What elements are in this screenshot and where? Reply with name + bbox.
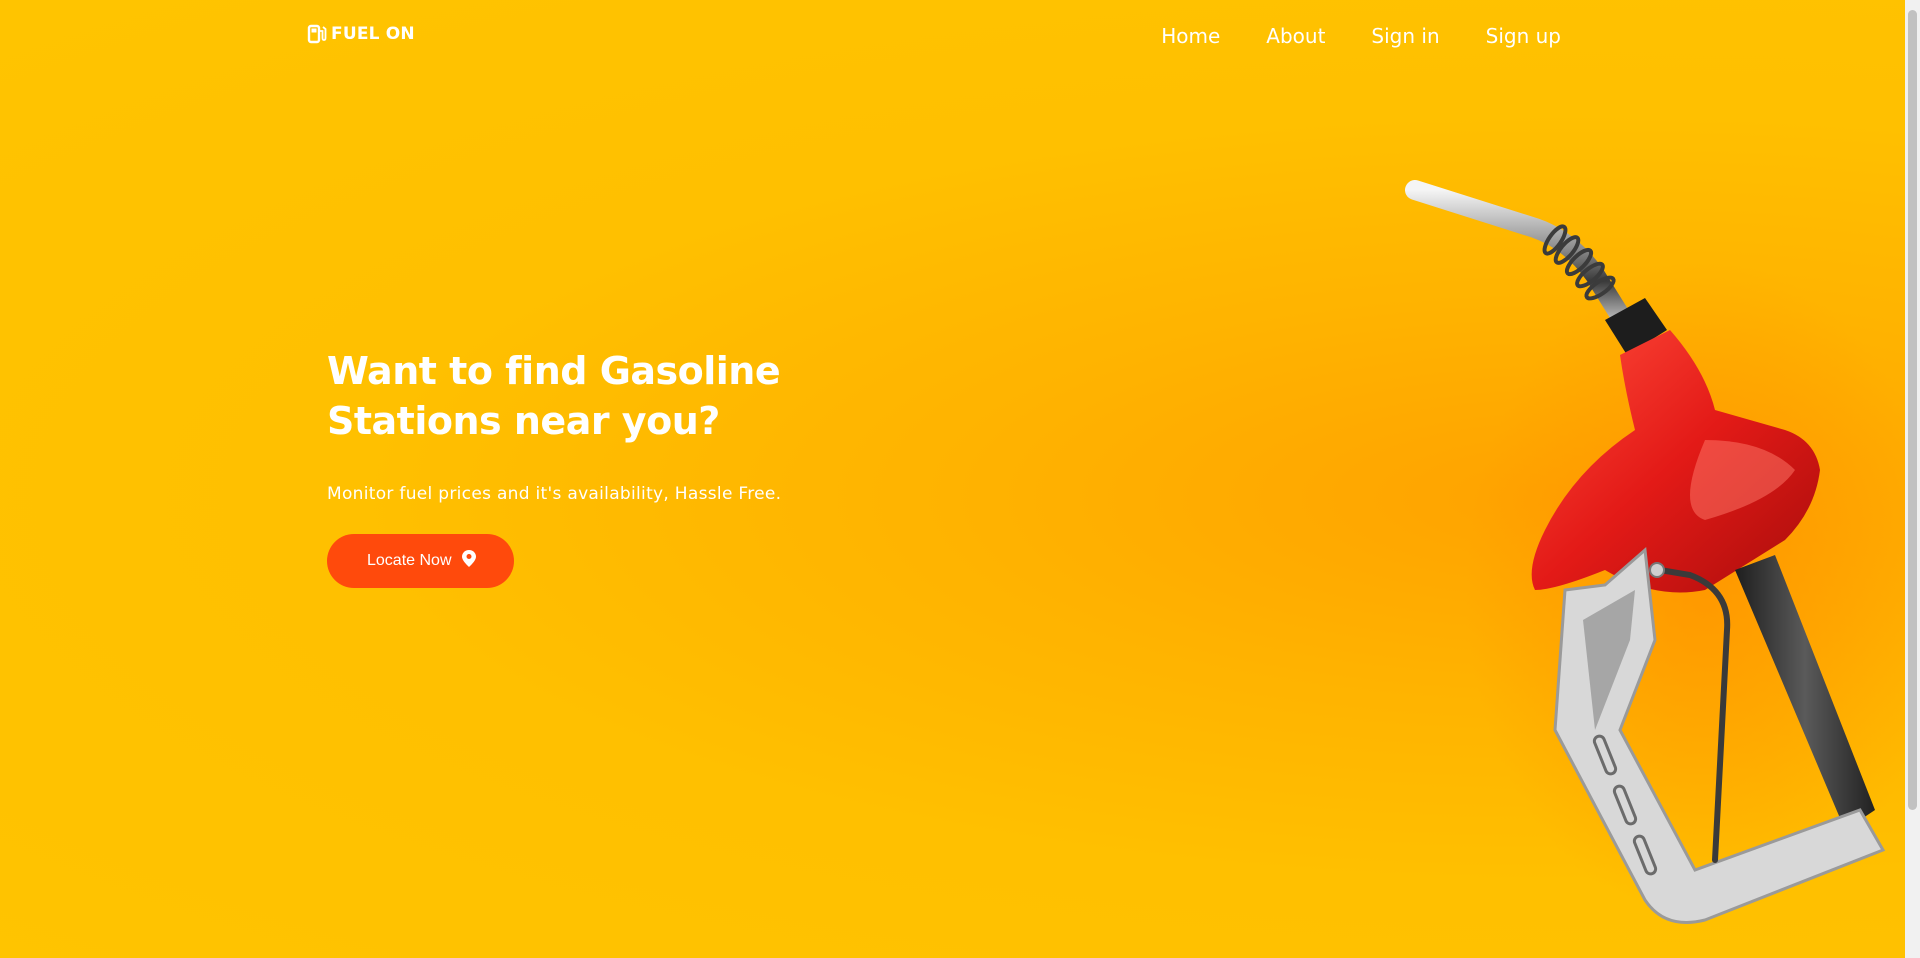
top-navbar: FUEL ON Home About Sign in Sign up xyxy=(0,0,1905,72)
brand-name: FUEL ON xyxy=(331,24,415,44)
nav-about-link[interactable]: About xyxy=(1266,22,1325,50)
page-scrollbar[interactable] xyxy=(1905,0,1920,958)
hero-title: Want to find Gasoline Stations near you? xyxy=(327,349,781,443)
fuel-nozzle-illustration xyxy=(1405,180,1905,924)
locate-now-button[interactable]: Locate Now xyxy=(327,534,514,588)
nav-sign-in-link[interactable]: Sign in xyxy=(1371,22,1439,50)
gas-pump-icon xyxy=(307,24,327,44)
nav-sign-up-link[interactable]: Sign up xyxy=(1486,22,1561,50)
map-pin-icon xyxy=(461,550,476,572)
hero-subtitle: Monitor fuel prices and it's availabilit… xyxy=(327,484,782,504)
brand-logo[interactable]: FUEL ON xyxy=(307,24,415,44)
scrollbar-thumb[interactable] xyxy=(1908,10,1917,810)
nav-home-link[interactable]: Home xyxy=(1161,22,1220,50)
hero-section: Want to find Gasoline Stations near you?… xyxy=(327,346,847,588)
locate-now-label: Locate Now xyxy=(367,552,452,569)
main-nav: Home About Sign in Sign up xyxy=(1161,22,1561,50)
